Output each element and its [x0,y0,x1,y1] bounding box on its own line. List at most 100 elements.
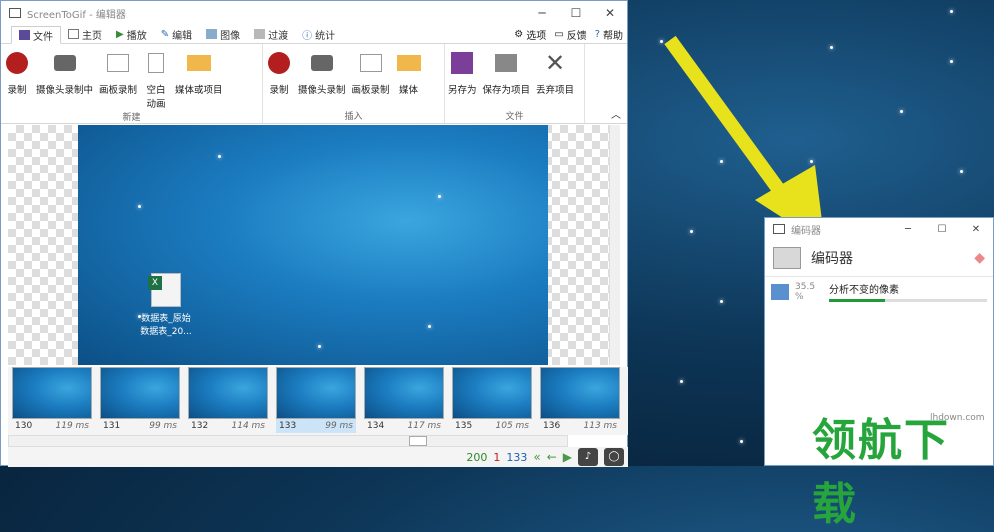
encoder-close-button[interactable]: ✕ [959,224,993,235]
frame-item-selected[interactable]: 133 99 ms [276,367,356,435]
watermark-url: lhdown.com [930,413,985,423]
first-frame-icon[interactable]: « [533,450,540,464]
editor-vertical-scrollbar[interactable] [609,125,620,365]
status-bar: 200 1 133 « ← ▶ ♪ ◯ [8,447,628,467]
camera-icon [52,50,78,76]
frame-thumbnail [100,367,180,419]
media-or-project-button[interactable]: 媒体或项目 [172,44,226,110]
encoder-task-item: 35.5 % 分析不变的像素 [765,276,993,306]
encode-progress-fill [829,299,886,302]
next-frame-icon[interactable]: ▶ [563,450,572,464]
group-label-file: 文件 [505,112,524,122]
previous-frame-icon[interactable]: ← [547,450,557,464]
board-icon [105,50,131,76]
frame-canvas: 数据表_原始 数据表_20... [78,125,548,365]
blank-animation-button[interactable]: 空白动画 [140,44,172,110]
frame-count-total: 200 [466,450,488,464]
encoder-minimize-button[interactable]: ─ [891,224,925,235]
gif-thumbnail-icon [771,283,789,300]
group-label-new: 新建 [122,113,141,123]
tab-image[interactable]: 图像 [199,25,247,43]
encoder-title-bar: 编码器 ─ ☐ ✕ [765,218,993,240]
tab-stats[interactable]: ⓘ 统计 [295,25,342,43]
microphone-icon[interactable]: ♪ [578,448,598,466]
close-button[interactable]: ✕ [593,6,627,20]
save-as-button[interactable]: 另存为 [445,44,480,109]
insert-media-button[interactable]: 媒体 [393,44,425,109]
frame-editor: 数据表_原始 数据表_20... [8,125,620,365]
scrollbar-thumb[interactable] [409,436,427,446]
folder-icon [186,50,212,76]
board-record-button[interactable]: 画板录制 [96,44,140,110]
gear-icon: ⚙ [514,29,524,40]
progress-percent: 35.5 % [795,281,816,302]
discard-icon: ✕ [544,49,566,77]
frame-item[interactable]: 134 117 ms [364,367,444,435]
save-project-button[interactable]: 保存为项目 [480,44,534,109]
frame-item[interactable]: 132 114 ms [188,367,268,435]
tab-file[interactable]: 文件 [11,26,61,44]
insert-board-button[interactable]: 画板录制 [349,44,393,109]
blank-file-icon [143,50,169,76]
collapse-ribbon-icon[interactable]: ︿ [611,106,621,121]
maximize-button[interactable]: ☐ [559,6,593,20]
ribbon: 录制 摄像头录制中 画板录制 空白动画 媒体或项目 新建 录制 摄像头录制 画板… [1,44,627,124]
encoder-header: 编码器 ◆ [765,240,993,276]
minimize-button[interactable]: ─ [525,6,559,20]
excel-icon [148,273,181,307]
pencil-icon: ✎ [160,28,170,40]
tab-transition[interactable]: 过渡 [247,25,295,43]
group-label-insert: 插入 [344,112,363,122]
desktop-file-icon: 数据表_原始 数据表_20... [136,273,196,337]
project-icon [493,50,519,76]
editor-window: ScreenToGif - 编辑器 ─ ☐ ✕ 文件 主页 ▶ 播放 ✎ 编辑 图像… [0,0,628,467]
record-button[interactable]: 录制 [1,44,33,110]
loop-icon[interactable]: ◯ [604,448,624,466]
watermark-logo: 领航下载 [812,415,950,530]
home-icon [68,29,79,39]
frame-thumbnail [540,367,620,419]
encoder-maximize-button[interactable]: ☐ [925,224,959,235]
folder-icon [396,50,422,76]
help-button[interactable]: ? 帮助 [595,27,623,42]
transition-icon [254,29,266,39]
feedback-icon: ▭ [554,29,564,40]
frame-thumbnail [188,367,268,419]
ribbon-tabs: 文件 主页 ▶ 播放 ✎ 编辑 图像 过渡 ⓘ 统计 ⚙ 选项 ▭ 反馈 ? 帮助 [1,25,627,44]
record-icon [266,50,292,76]
webcam-record-button[interactable]: 摄像头录制中 [33,44,96,110]
floppy-icon [449,50,475,76]
tab-home[interactable]: 主页 [61,25,109,43]
frame-item[interactable]: 130 119 ms [12,367,92,435]
discard-project-button[interactable]: ✕ 丢弃项目 [533,44,577,109]
encoder-image-icon [773,247,801,269]
board-icon [358,50,384,76]
app-icon [9,8,21,18]
current-frame-number: 133 [506,450,528,464]
image-icon [206,29,218,39]
record-icon [4,50,30,76]
tab-play[interactable]: ▶ 播放 [109,25,154,43]
frame-item[interactable]: 135 105 ms [452,367,532,435]
info-icon: ⓘ [302,30,313,42]
window-title: ScreenToGif - 编辑器 [27,9,126,21]
frame-thumbnail [276,367,356,419]
insert-record-button[interactable]: 录制 [263,44,295,109]
feedback-button[interactable]: ▭ 反馈 [554,27,586,42]
encoder-app-icon [773,224,785,234]
insert-webcam-button[interactable]: 摄像头录制 [295,44,349,109]
save-icon [19,30,30,40]
options-button[interactable]: ⚙ 选项 [514,27,546,42]
frame-thumbnail [364,367,444,419]
frame-count-selected: 1 [493,450,501,464]
eraser-icon[interactable]: ◆ [974,250,985,266]
task-status: 分析不变的像素 [829,285,899,296]
frame-thumbnail [12,367,92,419]
title-bar: ScreenToGif - 编辑器 ─ ☐ ✕ [1,1,627,25]
frame-item[interactable]: 131 99 ms [100,367,180,435]
frame-thumbnail [452,367,532,419]
tab-edit[interactable]: ✎ 编辑 [154,25,199,43]
frame-item[interactable]: 136 113 ms [540,367,620,435]
help-icon: ? [594,29,600,40]
frame-list-scrollbar[interactable] [8,435,568,447]
